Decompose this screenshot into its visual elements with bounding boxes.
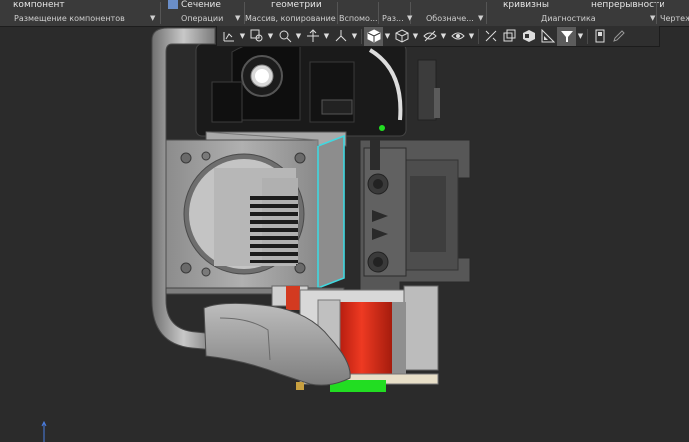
chevron-down-icon[interactable]: ▼: [238, 27, 247, 46]
wireframe-icon: [395, 29, 408, 43]
pencil-icon: [612, 30, 625, 42]
selection-filter-icon: [560, 31, 573, 42]
perspective-button[interactable]: [331, 27, 350, 46]
toolbar-divider: [478, 28, 479, 44]
fan-shroud: [165, 131, 347, 295]
orientation-icon: [223, 32, 234, 42]
chevron-down-icon[interactable]: ▼: [350, 27, 359, 46]
shaded-display-icon: [367, 29, 380, 43]
heatsink-fins: [250, 196, 298, 263]
shaded-display-button[interactable]: [364, 26, 383, 46]
view-filter-button[interactable]: [448, 27, 467, 46]
view-filter-icon: [450, 32, 465, 40]
chevron-down-icon[interactable]: ▼: [439, 27, 448, 46]
zoom-window-button[interactable]: [247, 27, 266, 46]
pencil-button[interactable]: [609, 27, 628, 46]
rear-bracket: [195, 40, 440, 137]
constraints-button[interactable]: [481, 27, 500, 46]
rotate-button[interactable]: [303, 27, 322, 46]
view-toolbar: ▼ ▼ ▼ ▼ ▼ ▼ ▼ ▼ ▼ ▼: [216, 26, 660, 47]
zoom-window-icon: [250, 29, 262, 42]
chevron-down-icon[interactable]: ▼: [576, 27, 585, 46]
section-plane-button[interactable]: [538, 27, 557, 46]
rotate-icon: [306, 29, 319, 42]
hide-show-button[interactable]: [420, 27, 439, 46]
selection-filter-button[interactable]: [557, 26, 576, 46]
right-block: [359, 125, 471, 301]
chevron-down-icon[interactable]: ▼: [383, 27, 392, 46]
section-plane-icon: [541, 29, 555, 43]
toolbar-divider: [361, 28, 362, 44]
axis-triad: [41, 420, 47, 442]
pan-icon: [279, 30, 291, 43]
chevron-down-icon[interactable]: ▼: [322, 27, 331, 46]
chevron-down-icon[interactable]: ▼: [411, 27, 420, 46]
components-display-icon: [522, 30, 535, 42]
layers-button[interactable]: [500, 27, 519, 46]
chevron-down-icon[interactable]: ▼: [294, 27, 303, 46]
pan-button[interactable]: [275, 27, 294, 46]
hide-show-icon: [422, 30, 437, 42]
model-viewport[interactable]: [0, 0, 689, 442]
wireframe-button[interactable]: [392, 27, 411, 46]
constraints-icon: [485, 30, 496, 42]
components-display-button[interactable]: [519, 27, 538, 46]
perspective-icon: [335, 30, 346, 42]
chevron-down-icon[interactable]: ▼: [467, 27, 476, 46]
zone-icon: [595, 29, 604, 43]
selected-face[interactable]: [317, 134, 345, 290]
toolbar-divider: [587, 28, 588, 44]
zone-button[interactable]: [590, 27, 609, 46]
chevron-down-icon[interactable]: ▼: [266, 27, 275, 46]
orientation-button[interactable]: [219, 27, 238, 46]
layers-icon: [503, 29, 515, 42]
